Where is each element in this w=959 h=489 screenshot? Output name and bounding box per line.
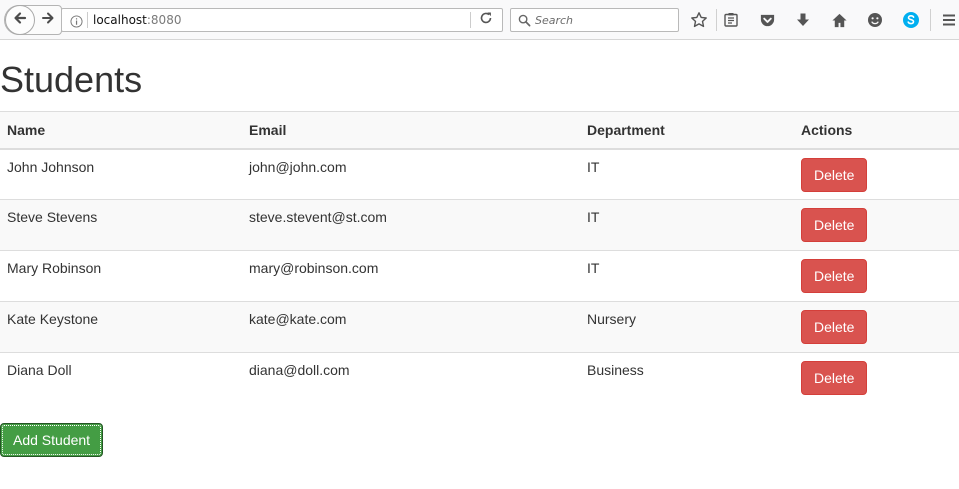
reload-icon: [479, 11, 493, 30]
column-header-email: Email: [242, 111, 580, 150]
hamburger-menu-icon[interactable]: [939, 10, 959, 30]
bookmark-star-icon[interactable]: [689, 10, 709, 30]
delete-button[interactable]: Delete: [801, 157, 868, 192]
toolbar-divider: [930, 9, 931, 31]
student-department: Business: [580, 352, 794, 404]
student-name: Diana Doll: [0, 352, 242, 404]
table-row: Mary Robinson mary@robinson.com IT Delet…: [0, 250, 959, 302]
url-text[interactable]: localhost:8080: [93, 13, 181, 28]
search-icon: [516, 12, 532, 28]
student-email: kate@kate.com: [242, 301, 580, 353]
page-title: Students: [0, 59, 143, 100]
emoji-icon[interactable]: [865, 10, 885, 30]
student-name: Steve Stevens: [0, 199, 242, 251]
student-department: IT: [580, 148, 794, 200]
search-bar[interactable]: [510, 8, 679, 32]
column-header-department: Department: [580, 111, 794, 150]
actions-cell: Delete: [794, 352, 959, 404]
student-name: Kate Keystone: [0, 301, 242, 353]
browser-toolbar: localhost:8080: [0, 0, 959, 40]
column-header-actions: Actions: [794, 111, 959, 150]
reading-list-icon[interactable]: [721, 10, 741, 30]
download-icon[interactable]: [793, 10, 813, 30]
actions-cell: Delete: [794, 301, 959, 353]
actions-cell: Delete: [794, 148, 959, 200]
skype-icon[interactable]: [901, 10, 921, 30]
student-name: Mary Robinson: [0, 250, 242, 302]
arrow-right-icon: [41, 11, 55, 30]
delete-button[interactable]: Delete: [801, 361, 868, 395]
table-body: John Johnson john@john.com IT Delete Ste…: [0, 148, 959, 404]
column-header-name: Name: [0, 111, 242, 150]
student-email: steve.stevent@st.com: [242, 199, 580, 251]
search-input[interactable]: [535, 11, 675, 29]
student-department: IT: [580, 199, 794, 251]
student-name: John Johnson: [0, 148, 242, 200]
home-icon[interactable]: [829, 10, 849, 30]
table-header: Name Email Department Actions: [0, 111, 959, 150]
delete-button[interactable]: Delete: [801, 208, 868, 242]
student-email: mary@robinson.com: [242, 250, 580, 302]
reload-button[interactable]: [477, 12, 495, 29]
table-row: Kate Keystone kate@kate.com Nursery Dele…: [0, 301, 959, 353]
url-bar[interactable]: localhost:8080: [61, 8, 503, 32]
back-button[interactable]: [5, 5, 35, 35]
table-row: John Johnson john@john.com IT Delete: [0, 148, 959, 200]
add-student-button[interactable]: Add Student: [0, 423, 104, 457]
arrow-left-icon: [12, 10, 28, 31]
url-host: localhost: [93, 13, 147, 27]
students-table: Name Email Department Actions John Johns…: [0, 111, 959, 404]
forward-button[interactable]: [38, 10, 58, 30]
table-row: Diana Doll diana@doll.com Business Delet…: [0, 352, 959, 404]
delete-button[interactable]: Delete: [801, 310, 868, 344]
actions-cell: Delete: [794, 250, 959, 302]
header-row: Name Email Department Actions: [0, 111, 959, 150]
toolbar-divider: [716, 9, 717, 31]
table-row: Steve Stevens steve.stevent@st.com IT De…: [0, 199, 959, 251]
url-divider: [87, 12, 88, 28]
student-email: john@john.com: [242, 148, 580, 200]
actions-cell: Delete: [794, 199, 959, 251]
url-port: :8080: [146, 13, 182, 27]
pocket-icon[interactable]: [757, 10, 777, 30]
student-department: Nursery: [580, 301, 794, 353]
student-email: diana@doll.com: [242, 352, 580, 404]
url-divider-right: [470, 12, 471, 28]
student-department: IT: [580, 250, 794, 302]
info-icon[interactable]: [68, 13, 84, 29]
delete-button[interactable]: Delete: [801, 259, 868, 293]
